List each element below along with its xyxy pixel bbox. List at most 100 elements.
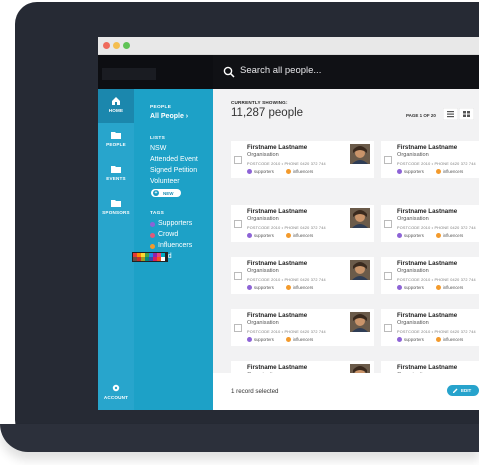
list-item[interactable]: Signed Petition [150, 167, 197, 174]
tag-dot [247, 233, 252, 239]
tag-supporters[interactable]: supporters [247, 169, 274, 175]
tag-dot [286, 233, 291, 239]
tag-label: influencers [293, 169, 314, 174]
currently-showing-label: CURRENTLY SHOWING: [231, 100, 288, 105]
tag-label: influencers [443, 233, 464, 238]
select-checkbox[interactable] [234, 156, 242, 164]
nav-account[interactable]: ACCOUNT [98, 376, 134, 410]
tag-supporters[interactable]: supporters [247, 233, 274, 239]
tag-influencers[interactable]: influencers [286, 337, 313, 343]
nav-sponsors[interactable]: SPONSORS [98, 191, 134, 225]
tag-label: supporters [254, 169, 274, 174]
plus-icon: + [153, 190, 159, 196]
tags-heading: TAGS [150, 211, 165, 216]
tag-influencers[interactable]: influencers [436, 233, 464, 239]
search-input[interactable]: Search all people... [240, 65, 321, 76]
person-organisation: Organisation [247, 152, 279, 158]
select-checkbox[interactable] [384, 272, 392, 280]
select-checkbox[interactable] [384, 156, 392, 164]
person-card[interactable]: Firstname LastnameOrganisation POSTCODE 2… [381, 309, 479, 346]
tag-label: influencers [293, 285, 314, 290]
nav-account-label: ACCOUNT [103, 395, 129, 400]
person-name: Firstname Lastname [247, 312, 308, 319]
person-organisation: Organisation [247, 268, 279, 274]
person-card[interactable]: Firstname LastnameOrganisation POSTCODE 2… [231, 257, 374, 294]
select-checkbox[interactable] [234, 220, 242, 228]
tag-item[interactable]: Crowd [158, 231, 178, 238]
all-people-link[interactable]: All People › [150, 113, 188, 120]
person-name: Firstname Lastname [247, 364, 308, 371]
tag-supporters[interactable]: supporters [247, 337, 274, 343]
person-name: Firstname Lastname [397, 144, 458, 151]
tag-color-dot [150, 222, 155, 227]
tag-influencers[interactable]: influencers [286, 169, 314, 175]
nav-home[interactable]: HOME [98, 89, 134, 123]
tag-label: influencers [293, 233, 314, 238]
close-window-dot[interactable] [103, 42, 110, 49]
person-name: Firstname Lastname [247, 208, 308, 215]
person-card[interactable]: Firstname LastnameOrganisation POSTCODE 2… [381, 205, 479, 242]
tag-supporters[interactable]: supporters [397, 233, 424, 239]
nav-events[interactable]: EVENTS [98, 157, 134, 191]
tag-influencers[interactable]: influencers [436, 285, 463, 291]
list-item[interactable]: NSW [150, 145, 166, 152]
tag-label: supporters [404, 169, 424, 174]
tag-influencers[interactable]: influencers [286, 285, 314, 291]
grid-view-icon[interactable] [459, 108, 474, 120]
select-checkbox[interactable] [234, 272, 242, 280]
avatar [350, 312, 370, 332]
tag-influencers[interactable]: influencers [436, 169, 463, 175]
filter-panel: PEOPLE All People › LISTS NSW Attended E… [132, 89, 213, 410]
folder-icon [111, 132, 121, 139]
nav-events-label: EVENTS [106, 176, 126, 181]
person-organisation: Organisation [397, 268, 429, 274]
tag-supporters[interactable]: supporters [397, 337, 424, 343]
list-item[interactable]: Volunteer [150, 178, 180, 185]
edit-button[interactable]: EDIT [447, 385, 479, 396]
person-card[interactable]: Firstname LastnameOrganisation POSTCODE 2… [231, 141, 374, 178]
tag-label: supporters [254, 337, 274, 342]
list-item[interactable]: Attended Event [150, 156, 198, 163]
tag-label: influencers [443, 337, 464, 342]
tag-dot [397, 233, 402, 239]
person-card[interactable]: Firstname LastnameOrganisation POSTCODE 2… [381, 257, 479, 294]
tag-supporters[interactable]: supporters [397, 169, 424, 175]
tag-dot [286, 285, 291, 291]
select-checkbox[interactable] [384, 220, 392, 228]
pencil-icon [453, 388, 458, 393]
tag-supporters[interactable]: supporters [397, 285, 424, 291]
maximize-window-dot[interactable] [123, 42, 130, 49]
list-view-icon[interactable] [443, 108, 458, 120]
tag-supporters[interactable]: supporters [247, 285, 274, 291]
tag-influencers[interactable]: influencers [286, 233, 314, 239]
person-organisation: Organisation [397, 320, 429, 326]
tag-item[interactable]: Influencers [158, 242, 192, 249]
edit-label: EDIT [461, 388, 472, 393]
search-bar[interactable]: Search all people... [213, 55, 479, 89]
browser-chrome [98, 37, 479, 55]
color-palette-icon[interactable] [132, 252, 168, 262]
logo [102, 68, 156, 80]
home-icon [112, 97, 120, 105]
tag-influencers[interactable]: influencers [436, 337, 464, 343]
person-card[interactable]: Firstname LastnameOrganisation POSTCODE 2… [231, 309, 374, 346]
nav-sponsors-label: SPONSORS [102, 210, 130, 215]
new-list-button[interactable]: + NEW [151, 189, 181, 197]
avatar [350, 144, 370, 164]
all-people-label: All People [150, 113, 184, 120]
person-card[interactable]: Firstname LastnameOrganisation POSTCODE 2… [231, 205, 374, 242]
tag-color-dot [150, 233, 155, 238]
nav-people[interactable]: PEOPLE [98, 123, 134, 157]
select-checkbox[interactable] [384, 324, 392, 332]
person-meta: POSTCODE 2010 • PHONE 0420 372 744 [397, 162, 476, 166]
tag-label: supporters [404, 337, 424, 342]
person-card[interactable]: Firstname LastnameOrganisation POSTCODE 2… [381, 141, 479, 178]
top-bar: Search all people... [98, 55, 479, 89]
chevron-right-icon: › [185, 113, 189, 120]
tag-label: supporters [404, 233, 424, 238]
tag-item[interactable]: Supporters [158, 220, 192, 227]
select-checkbox[interactable] [234, 324, 242, 332]
person-name: Firstname Lastname [397, 208, 458, 215]
tag-dot [247, 169, 252, 175]
minimize-window-dot[interactable] [113, 42, 120, 49]
